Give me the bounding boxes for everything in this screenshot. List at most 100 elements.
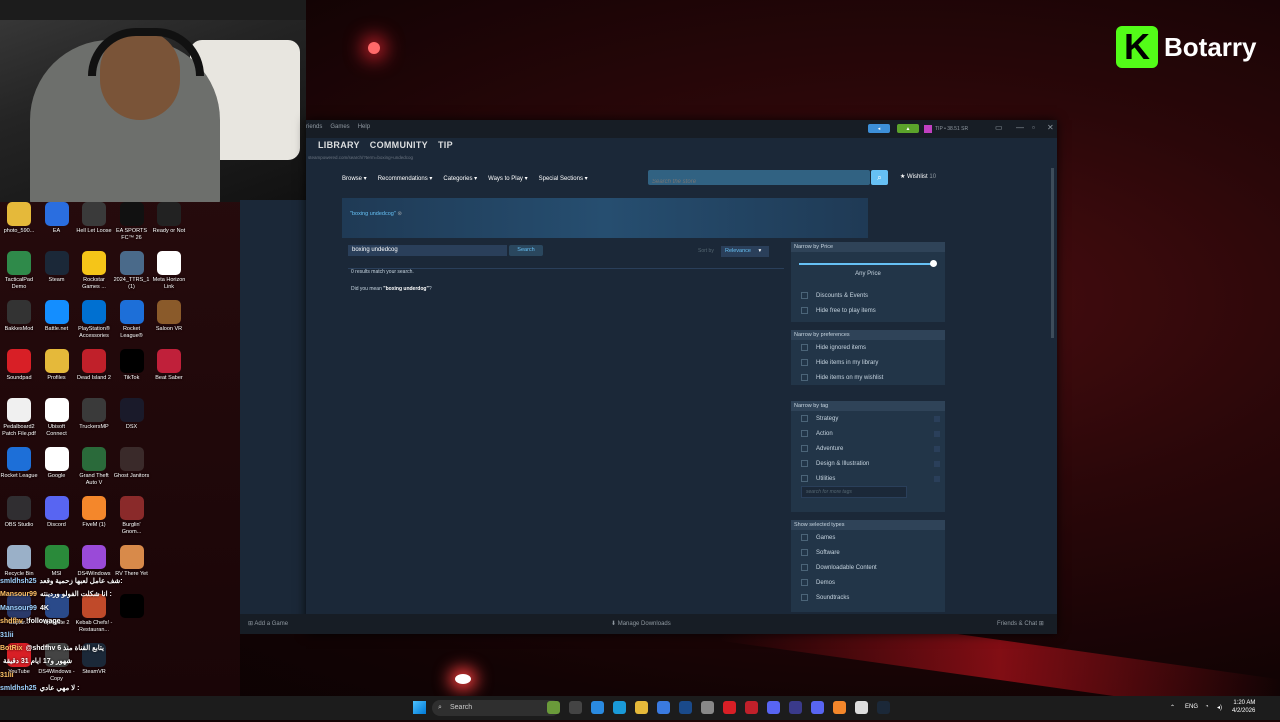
price-slider-track[interactable] xyxy=(799,263,933,265)
desktop-icon[interactable]: Rocket League® xyxy=(113,300,151,340)
desktop-icon[interactable]: Steam xyxy=(38,251,76,284)
desktop-icon[interactable]: FiveM (1) xyxy=(75,496,113,529)
type-demos[interactable]: Demos xyxy=(791,575,945,590)
taskbar-app-icon[interactable] xyxy=(877,701,890,714)
chat-username[interactable]: shdfhv xyxy=(0,618,23,625)
checkbox[interactable] xyxy=(801,460,808,467)
taskbar-app-icon[interactable] xyxy=(547,701,560,714)
tag-action[interactable]: Action xyxy=(791,426,945,441)
checkbox[interactable] xyxy=(801,307,808,314)
menu-friends[interactable]: riends xyxy=(306,124,322,130)
exclude-tag-icon[interactable] xyxy=(934,460,940,467)
type-dlc[interactable]: Downloadable Content xyxy=(791,560,945,575)
desktop-icon[interactable]: Soundpad xyxy=(0,349,38,382)
checkbox[interactable] xyxy=(801,430,808,437)
store-nav-ways-to-play[interactable]: Ways to Play ▾ xyxy=(488,175,527,182)
tab-community[interactable]: COMMUNITY xyxy=(370,140,428,150)
store-nav-browse[interactable]: Browse ▾ xyxy=(342,175,367,182)
desktop-icon[interactable]: photo_590... xyxy=(0,202,38,235)
desktop-icon[interactable]: TacticalPad Demo xyxy=(0,251,38,291)
desktop-icon[interactable]: OBS Studio xyxy=(0,496,38,529)
type-software[interactable]: Software xyxy=(791,545,945,560)
filter-hide-ignored[interactable]: Hide ignored items xyxy=(791,340,945,355)
wishlist-link[interactable]: ★ Wishlist 10 xyxy=(900,173,936,180)
checkbox[interactable] xyxy=(801,475,808,482)
network-icon[interactable]: ◔ xyxy=(1205,704,1209,710)
desktop-icon[interactable]: MSI xyxy=(38,545,76,578)
checkbox[interactable] xyxy=(801,564,808,571)
desktop-icon[interactable]: Meta Horizon Link xyxy=(150,251,188,291)
desktop-icon[interactable]: PlayStation® Accessories xyxy=(75,300,113,340)
taskbar-app-icon[interactable] xyxy=(569,701,582,714)
filter-hide-free[interactable]: Hide free to play items xyxy=(791,303,945,318)
manage-downloads-button[interactable]: ⬇ Manage Downloads xyxy=(611,620,671,627)
checkbox[interactable] xyxy=(801,579,808,586)
taskbar-app-icon[interactable] xyxy=(745,701,758,714)
desktop-icon[interactable]: Google xyxy=(38,447,76,480)
desktop-icon[interactable]: Rocket League xyxy=(0,447,38,480)
taskbar-app-icon[interactable] xyxy=(789,701,802,714)
desktop-icon[interactable]: Hell Let Loose xyxy=(75,202,113,235)
broadcast-button[interactable]: ◂ xyxy=(868,124,890,133)
minimize-icon[interactable]: — xyxy=(1016,123,1024,132)
filter-hide-wishlist[interactable]: Hide items on my wishlist xyxy=(791,370,945,385)
exclude-tag-icon[interactable] xyxy=(934,430,940,437)
store-nav-categories[interactable]: Categories ▾ xyxy=(443,175,477,182)
type-soundtracks[interactable]: Soundtracks xyxy=(791,590,945,605)
filter-hide-library[interactable]: Hide items in my library xyxy=(791,355,945,370)
desktop-icon[interactable]: Rockstar Games ... xyxy=(75,251,113,291)
search-icon[interactable]: ⌕ xyxy=(871,170,888,185)
taskbar-app-icon[interactable] xyxy=(723,701,736,714)
exclude-tag-icon[interactable] xyxy=(934,475,940,482)
desktop-icon[interactable]: Discord xyxy=(38,496,76,529)
clock[interactable]: 1:20 AM 4/2/2026 xyxy=(1232,699,1255,715)
taskbar-app-icon[interactable] xyxy=(767,701,780,714)
desktop-icon[interactable]: EA xyxy=(38,202,76,235)
desktop-icon[interactable]: Pedalboard2 Patch File.pdf xyxy=(0,398,38,438)
chat-username[interactable]: smldhsh25 xyxy=(0,685,37,692)
store-search-input[interactable] xyxy=(648,173,864,191)
checkbox[interactable] xyxy=(801,359,808,366)
taskbar-app-icon[interactable] xyxy=(701,701,714,714)
desktop-icon[interactable]: Ghost Janitors xyxy=(113,447,151,480)
checkbox[interactable] xyxy=(801,344,808,351)
did-you-mean-link[interactable]: "boxing underdog" xyxy=(383,286,429,292)
checkbox[interactable] xyxy=(801,445,808,452)
tag-search-input[interactable]: search for more tags xyxy=(801,486,907,498)
chat-username[interactable]: 31lii xyxy=(0,632,14,639)
taskbar-app-icon[interactable] xyxy=(833,701,846,714)
taskbar-app-icon[interactable] xyxy=(811,701,824,714)
checkbox[interactable] xyxy=(801,292,808,299)
chat-username[interactable]: BotRix xyxy=(0,645,23,652)
menu-games[interactable]: Games xyxy=(330,124,349,130)
desktop-icon[interactable]: Saloon VR xyxy=(150,300,188,333)
search-button[interactable]: Search xyxy=(509,245,543,256)
desktop-icon[interactable]: Profiles xyxy=(38,349,76,382)
chat-username[interactable]: Mansour99 xyxy=(0,605,37,612)
type-games[interactable]: Games xyxy=(791,530,945,545)
maximize-icon[interactable]: ▫ xyxy=(1032,123,1035,132)
desktop-icon[interactable]: Burglin' Gnom... xyxy=(113,496,151,536)
chat-username[interactable]: Mansour99 xyxy=(0,591,37,598)
taskbar-app-icon[interactable] xyxy=(679,701,692,714)
taskbar-search[interactable]: ⌕ Search xyxy=(432,700,560,716)
taskbar-app-icon[interactable] xyxy=(855,701,868,714)
search-term-tag[interactable]: "boxing undedcog" ⊗ xyxy=(350,211,402,217)
desktop-icon[interactable]: Ubisoft Connect xyxy=(38,398,76,438)
tag-adventure[interactable]: Adventure xyxy=(791,441,945,456)
tag-utilities[interactable]: Utilities xyxy=(791,471,945,486)
taskbar-app-icon[interactable] xyxy=(613,701,626,714)
checkbox[interactable] xyxy=(801,594,808,601)
tag-strategy[interactable]: Strategy xyxy=(791,411,945,426)
tray-chevron-icon[interactable]: ⌃ xyxy=(1170,704,1175,711)
add-game-button[interactable]: ⊞ Add a Game xyxy=(248,620,288,627)
scrollbar[interactable] xyxy=(1051,168,1054,338)
store-nav-special-sections[interactable]: Special Sections ▾ xyxy=(539,175,588,182)
exclude-tag-icon[interactable] xyxy=(934,445,940,452)
chat-username[interactable]: smldhsh25 xyxy=(0,578,37,585)
price-slider-handle[interactable] xyxy=(930,260,937,267)
friends-chat-button[interactable]: Friends & Chat ⊞ xyxy=(997,620,1044,627)
notification-bell-icon[interactable]: ▲ xyxy=(897,124,919,133)
desktop-icon[interactable]: BakkesMod xyxy=(0,300,38,333)
tag-design[interactable]: Design & Illustration xyxy=(791,456,945,471)
